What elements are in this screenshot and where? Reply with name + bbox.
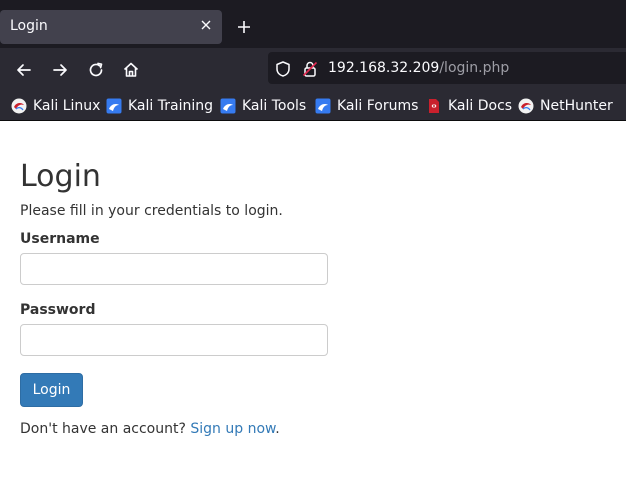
page-title: Login [20, 159, 101, 194]
signup-link[interactable]: Sign up now [190, 421, 275, 437]
bookmark-kali-forums[interactable]: Kali Forums [315, 96, 418, 116]
password-input[interactable] [20, 324, 328, 356]
bookmark-kali-tools[interactable]: Kali Tools [220, 96, 306, 116]
bookmark-label: Kali Linux [33, 98, 101, 114]
bookmark-label: Kali Forums [337, 98, 419, 114]
bookmark-kali-training[interactable]: Kali Training [106, 96, 213, 116]
tab-title: Login [10, 18, 48, 34]
kali-training-icon [106, 98, 122, 114]
bookmark-label: NetHunter [540, 98, 613, 114]
signup-prompt: Don't have an account? Sign up now. [20, 421, 280, 437]
reload-icon[interactable] [86, 60, 106, 80]
new-tab-plus-icon[interactable] [236, 19, 252, 35]
back-arrow-icon[interactable] [14, 60, 34, 80]
login-instructions: Please fill in your credentials to login… [20, 203, 283, 219]
kali-dragon-icon [11, 98, 27, 114]
password-label: Password [20, 302, 96, 318]
tracking-shield-icon[interactable] [274, 60, 292, 78]
bookmark-label: Kali Tools [242, 98, 307, 114]
page-content: Login Please fill in your credentials to… [0, 121, 626, 504]
bookmark-kali-docs[interactable]: Kali Docs [426, 96, 512, 116]
bookmarks-toolbar: Kali Linux Kali Training Kali Tools Kali… [0, 92, 626, 121]
bookmark-nethunter[interactable]: NetHunter [518, 96, 613, 116]
bookmark-kali-linux[interactable]: Kali Linux [11, 96, 100, 116]
browser-tab[interactable]: Login [0, 10, 222, 44]
username-label: Username [20, 231, 100, 247]
url-text: 192.168.32.209/login.php [328, 60, 509, 76]
address-bar[interactable]: 192.168.32.209/login.php [268, 52, 626, 84]
kali-tools-icon [220, 98, 236, 114]
bookmark-label: Kali Docs [448, 98, 513, 114]
home-icon[interactable] [121, 60, 141, 80]
kali-forums-icon [315, 98, 331, 114]
username-input[interactable] [20, 253, 328, 285]
nethunter-icon [518, 98, 534, 114]
url-path: /login.php [439, 60, 510, 76]
kali-docs-icon [429, 99, 439, 113]
login-button[interactable]: Login [20, 373, 83, 407]
signup-suffix: . [275, 421, 280, 437]
signup-prompt-text: Don't have an account? [20, 421, 186, 437]
url-host: 192.168.32.209 [328, 60, 440, 76]
insecure-lock-icon[interactable] [301, 60, 319, 78]
forward-arrow-icon[interactable] [50, 60, 70, 80]
close-tab-icon[interactable] [198, 17, 214, 33]
tab-strip: Login [0, 0, 626, 48]
navigation-toolbar: 192.168.32.209/login.php [0, 48, 626, 92]
bookmark-label: Kali Training [128, 98, 213, 114]
